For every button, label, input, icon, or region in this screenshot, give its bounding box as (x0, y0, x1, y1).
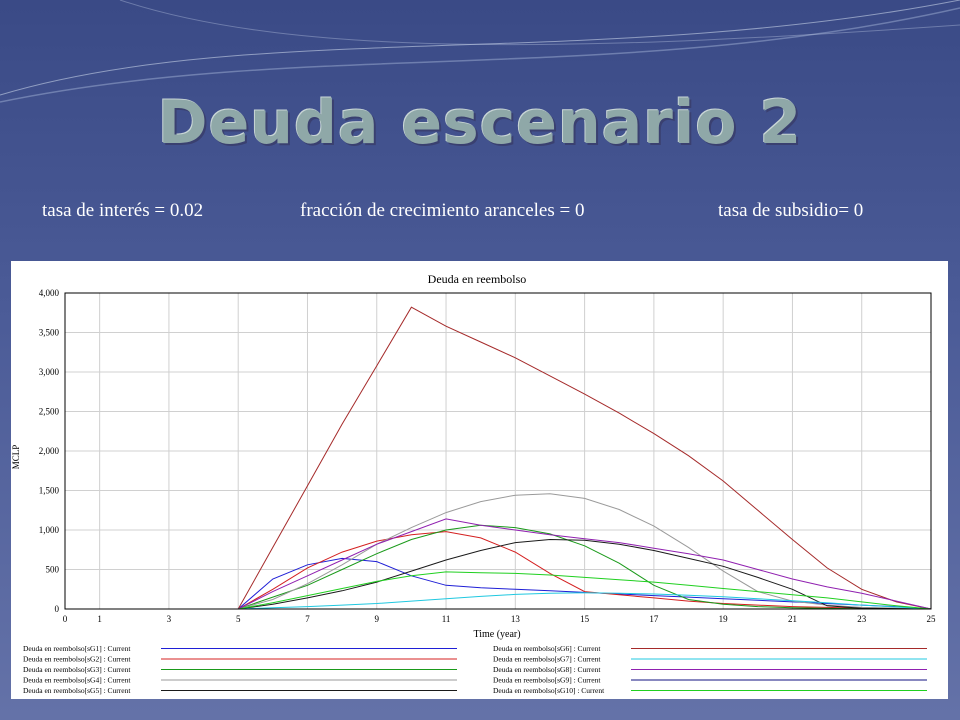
param-subsidy-rate: tasa de subsidio= 0 (718, 200, 864, 221)
x-tick-label: 5 (236, 614, 241, 624)
series-line-5 (65, 538, 932, 610)
grid (64, 292, 932, 610)
y-ticks: 0 500 1,000 1,500 2,000 2,500 3,000 3,500 4,000 (39, 288, 60, 614)
x-tick-label: 17 (649, 614, 659, 624)
legend-label: Deuda en reembolso[sG8] : Current (493, 665, 601, 674)
chart-panel: Deuda en reembolso MCLP Time (year) 0 500… (11, 261, 948, 699)
x-ticks: 0 1 3 5 7 9 11 13 15 17 19 21 23 25 (63, 614, 936, 624)
legend-label: Deuda en reembolso[sG3] : Current (23, 665, 131, 674)
x-tick-label: 15 (580, 614, 590, 624)
x-tick-label: 0 (63, 614, 68, 624)
series-line-10 (65, 571, 932, 610)
y-tick-label: 4,000 (39, 288, 60, 298)
y-tick-label: 1,500 (39, 486, 60, 496)
legend-label: Deuda en reembolso[sG5] : Current (23, 686, 131, 695)
y-axis-label: MCLP (11, 445, 21, 470)
series-line-3 (65, 524, 932, 610)
y-tick-label: 0 (55, 604, 60, 614)
y-tick-label: 2,500 (39, 407, 60, 417)
x-tick-label: 25 (927, 614, 937, 624)
y-tick-label: 500 (46, 565, 60, 575)
legend-label: Deuda en reembolso[sG4] : Current (23, 676, 131, 685)
legend-label: Deuda en reembolso[sG9] : Current (493, 676, 601, 685)
x-tick-label: 1 (97, 614, 102, 624)
y-tick-label: 3,500 (39, 328, 60, 338)
x-tick-label: 11 (442, 614, 451, 624)
x-tick-label: 21 (788, 614, 797, 624)
slide-title: Deuda escenario 2 (157, 88, 803, 158)
x-tick-label: 9 (375, 614, 380, 624)
series-line-2 (65, 531, 932, 610)
param-tariff-growth: fracción de crecimiento aranceles = 0 (300, 200, 585, 221)
legend-label: Deuda en reembolso[sG10] : Current (493, 686, 605, 695)
x-tick-label: 19 (719, 614, 729, 624)
x-tick-label: 23 (857, 614, 867, 624)
x-axis-label: Time (year) (473, 629, 520, 640)
legend-label: Deuda en reembolso[sG7] : Current (493, 655, 601, 664)
x-tick-label: 13 (511, 614, 521, 624)
x-tick-label: 3 (167, 614, 172, 624)
line-chart: Deuda en reembolso MCLP Time (year) 0500… (11, 272, 936, 695)
chart-title: Deuda en reembolso (428, 272, 527, 286)
param-interest-rate: tasa de interés = 0.02 (42, 200, 204, 221)
legend-label: Deuda en reembolso[sG2] : Current (23, 655, 131, 664)
series-line-4 (65, 493, 932, 610)
legend-label: Deuda en reembolso[sG1] : Current (23, 644, 131, 653)
y-tick-label: 1,000 (39, 525, 60, 535)
series-lines (65, 306, 932, 610)
legend-label: Deuda en reembolso[sG6] : Current (493, 644, 601, 653)
series-line-6 (65, 306, 932, 610)
x-tick-label: 7 (305, 614, 310, 624)
legend: Deuda en reembolso[sG1] : Current Deuda e… (23, 644, 927, 695)
y-tick-label: 3,000 (39, 367, 60, 377)
y-tick-label: 2,000 (39, 446, 60, 456)
